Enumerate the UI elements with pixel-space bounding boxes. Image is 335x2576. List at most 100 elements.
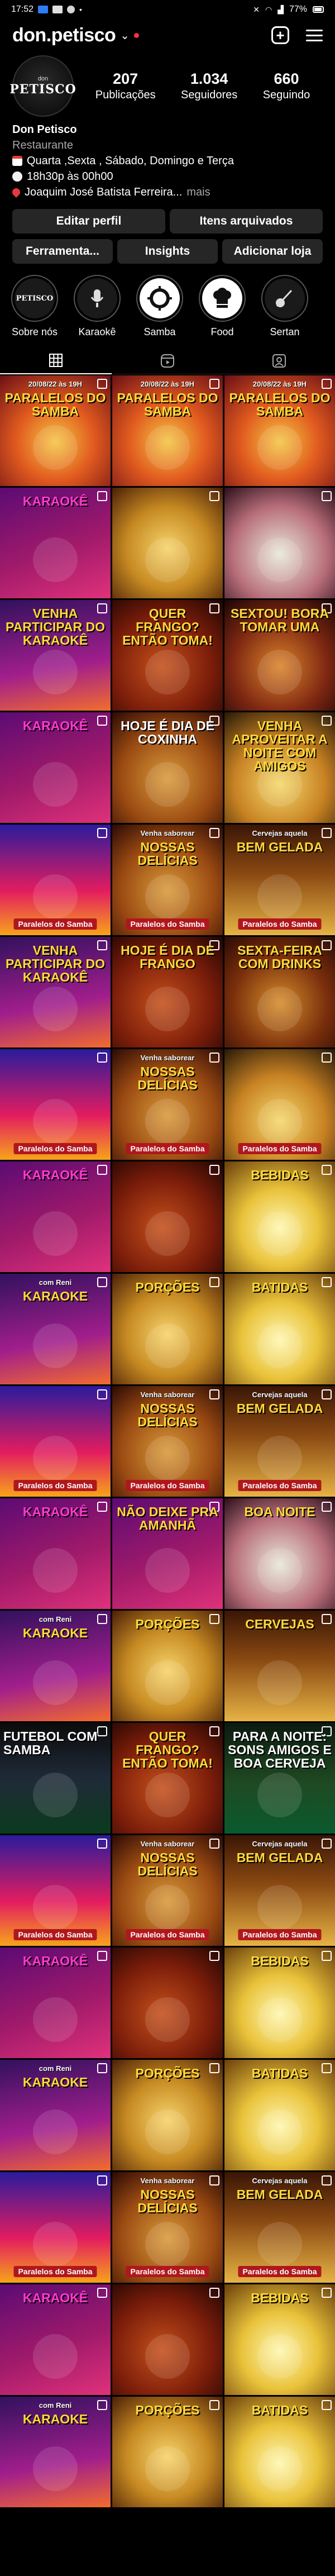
create-post-icon[interactable]: + xyxy=(271,26,289,44)
post-thumbnail[interactable] xyxy=(112,2284,223,2395)
post-decoration xyxy=(33,1773,78,1818)
post-thumbnail[interactable]: 20/08/22 às 19H Paralelos do Samba xyxy=(112,375,223,486)
post-thumbnail[interactable]: Cervejas aquela Bem gelada Paralelos do Sa… xyxy=(224,1835,335,1946)
bio-days: Quarta ,Sexta , Sábado, Domingo e Terça xyxy=(27,155,234,167)
post-thumbnail[interactable]: Venha saborear Nossas delícias Paralelos d… xyxy=(112,1049,223,1160)
avatar[interactable]: don PETISCO xyxy=(9,55,76,117)
post-thumbnail[interactable]: Venha participar do Karaokê xyxy=(0,937,111,1047)
post-thumbnail[interactable]: 20/08/22 às 19H Paralelos do Samba xyxy=(0,375,111,486)
post-decoration xyxy=(145,425,190,470)
post-thumbnail[interactable]: Paralelos do Samba xyxy=(0,1835,111,1946)
post-thumbnail[interactable]: Porções xyxy=(112,2060,223,2170)
post-thumbnail[interactable]: Karaokê xyxy=(0,488,111,598)
post-thumbnail[interactable]: Batidas xyxy=(224,2060,335,2170)
post-decoration xyxy=(145,1660,190,1706)
post-thumbnail[interactable]: Hoje é dia de frango xyxy=(112,937,223,1047)
battery-icon xyxy=(313,6,324,13)
tab-reels[interactable] xyxy=(112,347,223,374)
post-thumbnail[interactable]: Futebol com Samba xyxy=(0,1723,111,1834)
insights-button[interactable]: Insights xyxy=(117,239,218,264)
post-thumbnail[interactable]: Não deixe pra amanhã xyxy=(112,1498,223,1609)
post-title: Porções xyxy=(135,1280,200,1294)
post-thumbnail[interactable]: Porções xyxy=(112,1611,223,1721)
highlight-sobre-nos[interactable]: PETISCO Sobre nós xyxy=(11,275,58,346)
post-thumbnail[interactable]: Quer frango? Então toma! xyxy=(112,1723,223,1834)
tab-grid[interactable] xyxy=(0,347,112,374)
post-thumbnail[interactable]: com Reni Karaoke xyxy=(0,2060,111,2170)
post-tag: Paralelos do Samba xyxy=(126,1480,209,1491)
stat-following[interactable]: 660 Seguindo xyxy=(263,70,310,102)
post-subtitle: com Reni xyxy=(39,2401,72,2410)
post-thumbnail[interactable]: Karaokê xyxy=(0,1498,111,1609)
post-thumbnail[interactable]: Batidas xyxy=(224,2397,335,2507)
post-thumbnail[interactable]: Cervejas aquelaParalelos do Samba xyxy=(224,1049,335,1160)
post-thumbnail[interactable]: Venha saborear Nossas delícias Paralelos d… xyxy=(112,1386,223,1497)
post-title: Karaokê xyxy=(22,2291,88,2305)
post-thumbnail[interactable]: Hoje é dia de coxinha xyxy=(112,712,223,823)
highlight-karaoke[interactable]: Karaokê xyxy=(74,275,121,346)
post-thumbnail[interactable]: Cervejas aquela Bem gelada Paralelos do Sa… xyxy=(224,1386,335,1497)
post-thumbnail[interactable]: Venha saborear Nossas delícias Paralelos d… xyxy=(112,2172,223,2283)
highlight-food[interactable]: Food xyxy=(199,275,246,346)
post-decoration xyxy=(145,2110,190,2155)
highlight-sertanejo[interactable]: Sertan xyxy=(261,275,308,346)
post-thumbnail[interactable]: com Reni Karaoke xyxy=(0,1274,111,1384)
post-thumbnail[interactable]: Karaokê xyxy=(0,1161,111,1272)
post-thumbnail[interactable]: Paralelos do Samba xyxy=(0,1386,111,1497)
post-thumbnail[interactable]: Bebidas xyxy=(224,1161,335,1272)
post-thumbnail[interactable]: Venha saborear Nossas delícias Paralelos d… xyxy=(112,1835,223,1946)
post-thumbnail[interactable]: Sexta-feira com drinks xyxy=(224,937,335,1047)
post-thumbnail[interactable]: Venha saborear Nossas delícias Paralelos d… xyxy=(112,825,223,935)
post-thumbnail[interactable]: Bebidas xyxy=(224,2284,335,2395)
logo-icon: PETISCO xyxy=(15,278,55,318)
post-decoration xyxy=(33,2446,78,2492)
post-thumbnail[interactable]: Bebidas xyxy=(224,1948,335,2058)
post-thumbnail[interactable] xyxy=(112,1161,223,1272)
post-thumbnail[interactable]: com Reni Karaoke xyxy=(0,1611,111,1721)
tools-button[interactable]: Ferramenta... xyxy=(12,239,113,264)
post-thumbnail[interactable]: Cervejas aquela Bem gelada Paralelos do Sa… xyxy=(224,825,335,935)
post-thumbnail[interactable] xyxy=(112,488,223,598)
post-thumbnail[interactable] xyxy=(112,1948,223,2058)
post-decoration xyxy=(33,1436,78,1481)
post-thumbnail[interactable] xyxy=(224,488,335,598)
post-title: Sexta-feira com drinks xyxy=(237,943,322,971)
post-thumbnail[interactable]: Karaokê xyxy=(0,2284,111,2395)
edit-profile-button[interactable]: Editar perfil xyxy=(12,209,165,234)
bio-more-link[interactable]: mais xyxy=(186,184,210,200)
post-thumbnail[interactable]: Paralelos do Samba xyxy=(0,825,111,935)
post-thumbnail[interactable]: Karaokê xyxy=(0,712,111,823)
tab-tagged[interactable] xyxy=(223,347,335,374)
stat-posts[interactable]: 207 Publicações xyxy=(95,70,156,102)
post-thumbnail[interactable]: Porções xyxy=(112,2397,223,2507)
post-thumbnail[interactable]: Quer frango? Então toma! xyxy=(112,600,223,711)
menu-icon[interactable] xyxy=(306,29,323,41)
carousel-icon xyxy=(97,1053,107,1063)
post-thumbnail[interactable]: Batidas xyxy=(224,1274,335,1384)
post-thumbnail[interactable]: Porções xyxy=(112,1274,223,1384)
post-thumbnail[interactable]: Para a noite: sons amigos e boa cerveja xyxy=(224,1723,335,1834)
mute-icon: ✕ xyxy=(253,4,260,14)
post-thumbnail[interactable]: Karaokê xyxy=(0,1948,111,2058)
post-thumbnail[interactable]: Paralelos do Samba xyxy=(0,1049,111,1160)
post-thumbnail[interactable]: Cervejas xyxy=(224,1611,335,1721)
post-decoration xyxy=(33,987,78,1032)
post-thumbnail[interactable]: com Reni Karaoke xyxy=(0,2397,111,2507)
post-thumbnail[interactable]: Paralelos do Samba xyxy=(0,2172,111,2283)
post-thumbnail[interactable]: Sextou! Bora tomar uma xyxy=(224,600,335,711)
wifi-icon: ◠ xyxy=(265,4,272,14)
post-thumbnail[interactable]: Venha participar do Karaokê xyxy=(0,600,111,711)
post-subtitle: 20/08/22 às 19H xyxy=(28,380,83,388)
post-thumbnail[interactable]: 20/08/22 às 19H Paralelos do Samba xyxy=(224,375,335,486)
post-thumbnail[interactable]: Cervejas aquela Bem gelada Paralelos do Sa… xyxy=(224,2172,335,2283)
highlight-samba[interactable]: Samba xyxy=(136,275,183,346)
account-switcher[interactable]: don.petisco ⌄ xyxy=(12,25,140,46)
post-title: Bem gelada xyxy=(236,2187,323,2202)
add-shop-button[interactable]: Adicionar loja xyxy=(222,239,323,264)
post-title: Nossas delícias xyxy=(137,1850,198,1878)
post-thumbnail[interactable]: Boa noite xyxy=(224,1498,335,1609)
post-thumbnail[interactable]: Venha aproveitar a noite com amigos xyxy=(224,712,335,823)
stat-followers[interactable]: 1.034 Seguidores xyxy=(181,70,237,102)
archived-items-button[interactable]: Itens arquivados xyxy=(170,209,323,234)
post-title: Bebidas xyxy=(251,2291,309,2305)
